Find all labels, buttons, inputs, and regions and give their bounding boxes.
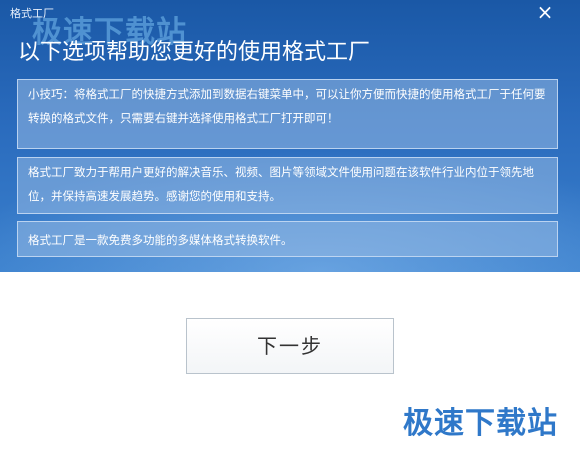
tip-box-about: 格式工厂致力于帮用户更好的解决音乐、视频、图片等领域文件使用问题在该软件行业内位… xyxy=(17,157,558,214)
watermark-logo: 极速下载站 xyxy=(403,406,558,441)
tip-box-shortcut: 小技巧：将格式工厂的快捷方式添加到数据右键菜单中，可以让你方便而快捷的使用格式工… xyxy=(17,79,558,149)
tip-text: 小技巧：将格式工厂的快捷方式添加到数据右键菜单中，可以让你方便而快捷的使用格式工… xyxy=(28,87,546,125)
tip-text: 格式工厂是一款免费多功能的多媒体格式转换软件。 xyxy=(28,233,293,247)
tip-text: 格式工厂致力于帮用户更好的解决音乐、视频、图片等领域文件使用问题在该软件行业内位… xyxy=(28,165,534,203)
window-title: 格式工厂 xyxy=(10,7,54,20)
close-icon[interactable]: × xyxy=(534,2,556,22)
tip-box-free: 格式工厂是一款免费多功能的多媒体格式转换软件。 xyxy=(17,221,558,257)
installer-window: 极速下载站 格式工厂 × 以下选项帮助您更好的使用格式工厂 小技巧：将格式工厂的… xyxy=(0,0,580,450)
header-banner: 极速下载站 格式工厂 × 以下选项帮助您更好的使用格式工厂 小技巧：将格式工厂的… xyxy=(0,0,580,272)
next-step-button[interactable]: 下一步 xyxy=(186,318,394,374)
page-title: 以下选项帮助您更好的使用格式工厂 xyxy=(18,40,371,65)
